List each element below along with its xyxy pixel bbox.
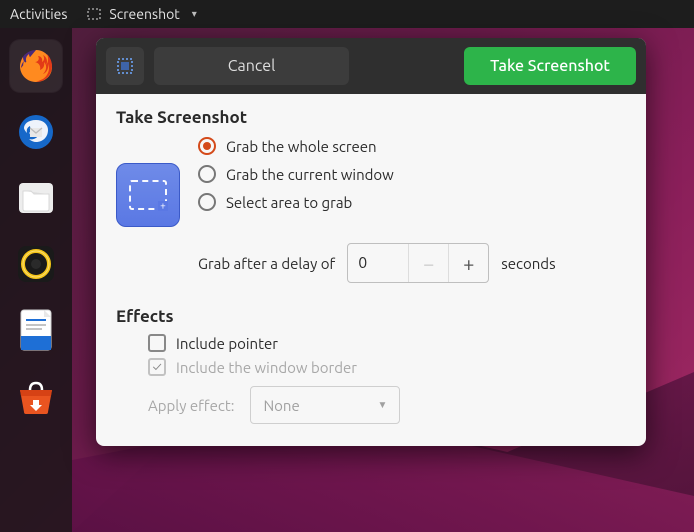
- top-bar: Activities Screenshot ▾: [0, 0, 694, 28]
- chevron-down-icon: ▾: [192, 8, 197, 20]
- effects-heading: Effects: [116, 307, 626, 326]
- cancel-button[interactable]: Cancel: [154, 47, 349, 85]
- screenshot-window: Cancel Take Screenshot Take Screenshot +…: [96, 38, 646, 446]
- delay-increment-button[interactable]: +: [448, 244, 488, 282]
- apply-effect-combobox: None ▼: [250, 386, 400, 424]
- radio-select-area[interactable]: Select area to grab: [198, 193, 394, 211]
- radio-indicator-icon: [198, 137, 216, 155]
- checkbox-label: Include pointer: [176, 335, 278, 352]
- take-screenshot-button[interactable]: Take Screenshot: [464, 47, 636, 85]
- select-region-titlebar-button[interactable]: [106, 47, 144, 85]
- dock-firefox-icon[interactable]: [10, 40, 62, 92]
- radio-indicator-icon: [198, 165, 216, 183]
- dock-software-icon[interactable]: [10, 370, 62, 422]
- titlebar: Cancel Take Screenshot: [96, 38, 646, 94]
- dock-files-icon[interactable]: [10, 172, 62, 224]
- delay-value[interactable]: 0: [348, 244, 408, 282]
- delay-label-prefix: Grab after a delay of: [198, 255, 335, 272]
- include-pointer-checkbox[interactable]: Include pointer: [148, 334, 626, 352]
- radio-indicator-icon: [198, 193, 216, 211]
- chevron-down-icon: ▼: [378, 399, 388, 411]
- dock-thunderbird-icon[interactable]: [10, 106, 62, 158]
- include-border-checkbox: Include the window border: [148, 358, 626, 376]
- section-heading: Take Screenshot: [116, 108, 626, 127]
- radio-label: Grab the whole screen: [226, 138, 377, 155]
- combobox-value: None: [263, 397, 299, 414]
- dock: [0, 28, 72, 532]
- delay-decrement-button[interactable]: −: [408, 244, 448, 282]
- checkbox-icon: [148, 358, 166, 376]
- checkbox-icon: [148, 334, 166, 352]
- window-content: Take Screenshot + Grab the whole screen …: [96, 94, 646, 446]
- radio-label: Select area to grab: [226, 194, 352, 211]
- dock-writer-icon[interactable]: [10, 304, 62, 356]
- delay-label-suffix: seconds: [501, 255, 555, 272]
- screenshot-large-icon: +: [116, 163, 180, 227]
- radio-whole-screen[interactable]: Grab the whole screen: [198, 137, 394, 155]
- checkbox-label: Include the window border: [176, 359, 357, 376]
- app-menu[interactable]: Screenshot ▾: [87, 6, 196, 22]
- dock-rhythmbox-icon[interactable]: [10, 238, 62, 290]
- screenshot-app-icon: [87, 7, 101, 21]
- activities-button[interactable]: Activities: [10, 6, 67, 22]
- radio-current-window[interactable]: Grab the current window: [198, 165, 394, 183]
- radio-label: Grab the current window: [226, 166, 394, 183]
- app-menu-label: Screenshot: [109, 6, 179, 22]
- apply-effect-label: Apply effect:: [148, 397, 234, 414]
- delay-spinbutton[interactable]: 0 − +: [347, 243, 489, 283]
